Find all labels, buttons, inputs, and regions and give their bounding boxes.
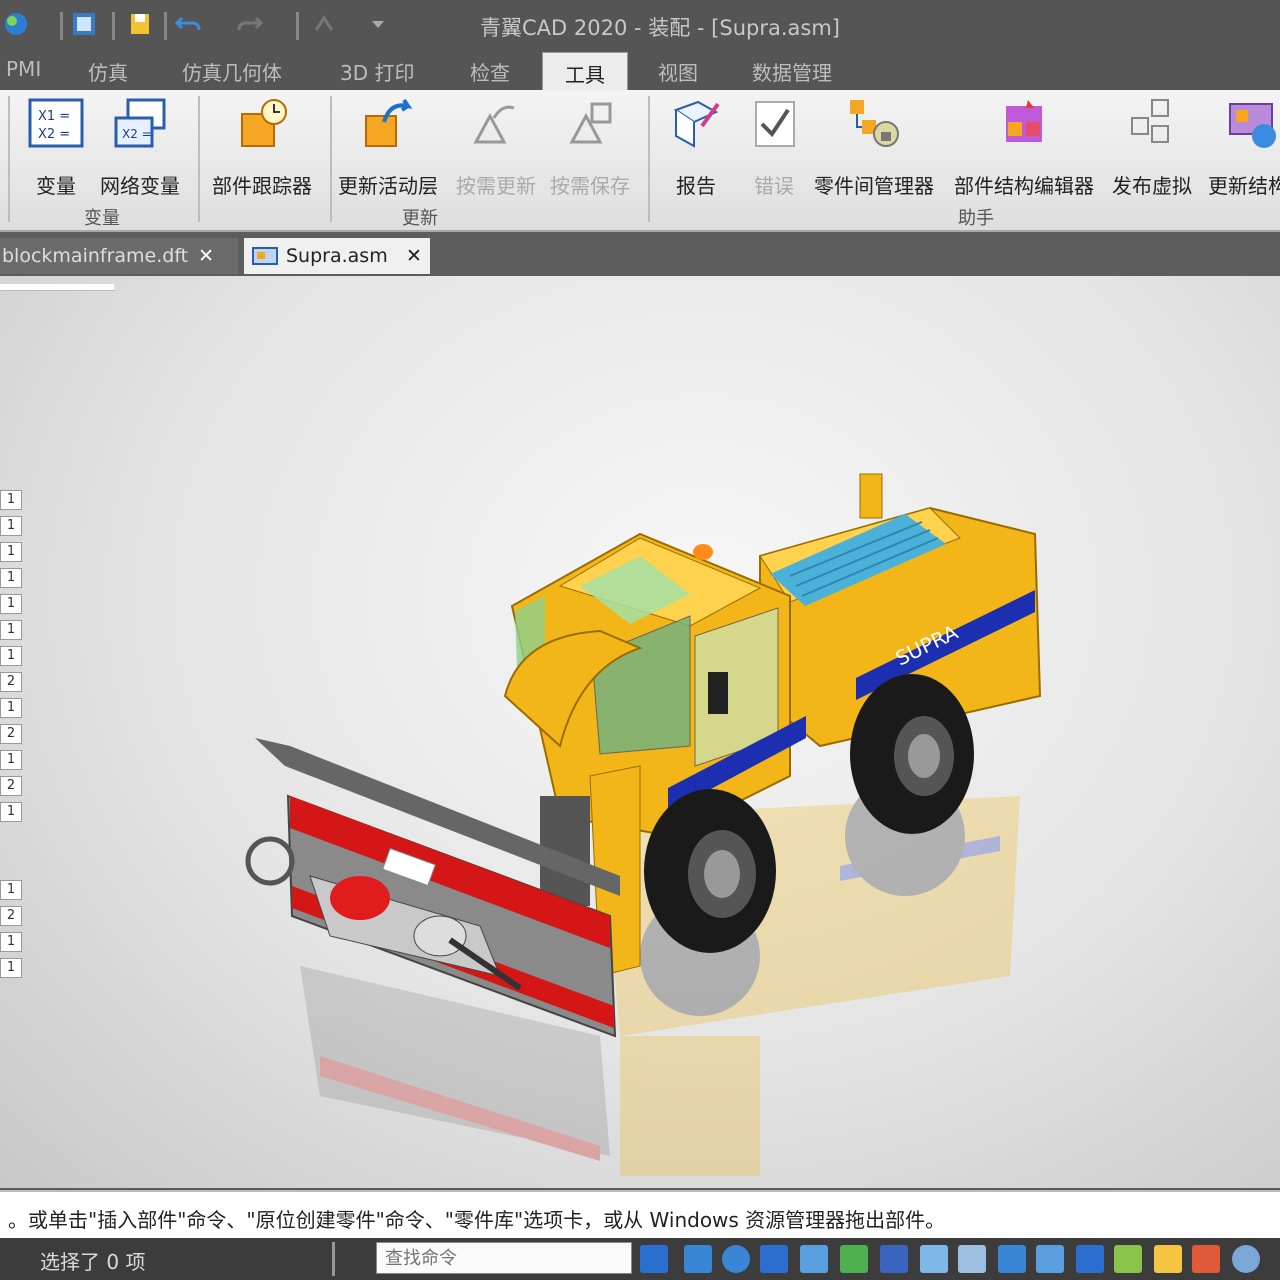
app-logo-icon[interactable] bbox=[2, 10, 30, 38]
grid-view-icon[interactable] bbox=[70, 10, 98, 38]
display-settings-icon[interactable] bbox=[1114, 1245, 1142, 1273]
prompt-bar: 。或单击"插入部件"命令、"原位创建零件"命令、"零件库"选项卡，或从 Wind… bbox=[0, 1190, 1280, 1240]
redo-icon[interactable] bbox=[236, 10, 264, 38]
save-on-demand-icon bbox=[569, 102, 612, 144]
group-label-variables: 变量 bbox=[84, 208, 120, 229]
group-separator bbox=[330, 96, 332, 222]
network-variables-icon: X2 = bbox=[114, 98, 166, 148]
tab-view[interactable]: 视图 bbox=[658, 57, 698, 86]
tab-simulation-geometry[interactable]: 仿真几何体 bbox=[182, 57, 282, 86]
report-button[interactable]: 报告 bbox=[668, 96, 724, 199]
update-active-level-icon bbox=[365, 98, 413, 147]
doc-tab-label: Supra.asm bbox=[286, 245, 388, 267]
snowplow-model[interactable]: SUPRA bbox=[0, 276, 1280, 1188]
window-title: 青翼CAD 2020 - 装配 - [Supra.asm] bbox=[480, 16, 840, 40]
tab-inspect[interactable]: 检查 bbox=[470, 57, 510, 86]
arrow-icon[interactable] bbox=[640, 1245, 668, 1273]
assembly-structure-editor-button[interactable]: 部件结构编辑器 bbox=[954, 96, 1094, 199]
network-variables-button[interactable]: X2 = 网络变量 bbox=[100, 96, 180, 199]
assembly-structure-editor-icon bbox=[1006, 100, 1042, 142]
svg-text:X2 =: X2 = bbox=[38, 127, 70, 142]
status-separator bbox=[332, 1242, 335, 1276]
variables-icon: X1 = X2 = bbox=[28, 98, 84, 148]
section-view-icon[interactable] bbox=[1192, 1245, 1220, 1273]
close-icon[interactable]: ✕ bbox=[198, 245, 214, 267]
shaded-view-icon[interactable] bbox=[998, 1245, 1026, 1273]
assembly-tracker-button[interactable]: 部件跟踪器 bbox=[212, 96, 312, 199]
repeat-icon[interactable] bbox=[310, 10, 338, 38]
tab-pmi[interactable]: PMI bbox=[6, 57, 41, 81]
tab-3d-print[interactable]: 3D 打印 bbox=[340, 57, 414, 86]
group-separator bbox=[8, 96, 10, 222]
zoom-area-icon[interactable] bbox=[684, 1245, 712, 1273]
checkmark-document-icon bbox=[755, 101, 795, 147]
toolbar-separator bbox=[296, 12, 299, 40]
assembly-tracker-icon bbox=[241, 99, 287, 147]
group-separator bbox=[198, 96, 200, 222]
update-structure-icon bbox=[1229, 103, 1276, 148]
lighting-icon[interactable] bbox=[1154, 1245, 1182, 1273]
sketch-view-icon[interactable] bbox=[1036, 1245, 1064, 1273]
help-icon[interactable] bbox=[1232, 1245, 1260, 1273]
view-orientation-icon[interactable] bbox=[958, 1245, 986, 1273]
rotate-icon[interactable] bbox=[840, 1245, 868, 1273]
doc-tab-blockmainframe[interactable]: blockmainframe.dft ✕ bbox=[0, 238, 238, 274]
toolbar-separator bbox=[112, 12, 115, 40]
selection-count: 选择了 0 项 bbox=[40, 1250, 146, 1274]
document-tab-bar: blockmainframe.dft ✕ Supra.asm ✕ bbox=[0, 232, 1280, 276]
customize-dropdown-icon[interactable] bbox=[364, 10, 392, 38]
publish-virtual-button[interactable]: 发布虚拟 bbox=[1112, 96, 1192, 199]
save-on-demand-button[interactable]: 按需保存 bbox=[550, 96, 630, 199]
tab-simulation[interactable]: 仿真 bbox=[88, 57, 128, 86]
look-at-face-icon[interactable] bbox=[920, 1245, 948, 1273]
inter-part-manager-button[interactable]: 零件间管理器 bbox=[814, 96, 934, 199]
publish-virtual-icon bbox=[1131, 99, 1169, 143]
group-label-assistant: 助手 bbox=[958, 208, 994, 229]
assembly-document-icon bbox=[252, 247, 278, 265]
update-structure-button[interactable]: 更新结构 bbox=[1208, 96, 1280, 199]
pan-icon[interactable] bbox=[800, 1245, 828, 1273]
command-search-input[interactable] bbox=[376, 1242, 632, 1274]
svg-text:X2 =: X2 = bbox=[122, 127, 152, 141]
inter-part-manager-icon bbox=[850, 100, 899, 147]
status-bar: 选择了 0 项 bbox=[0, 1238, 1280, 1280]
toolbar-separator bbox=[60, 12, 63, 40]
save-icon[interactable] bbox=[126, 10, 154, 38]
3d-viewport[interactable]: 11111112121211211 SUPRA bbox=[0, 276, 1280, 1188]
undo-icon[interactable] bbox=[174, 10, 202, 38]
variables-button[interactable]: X1 = X2 = 变量 bbox=[28, 96, 84, 199]
update-on-demand-button[interactable]: 按需更新 bbox=[456, 96, 536, 199]
close-icon[interactable]: ✕ bbox=[406, 238, 422, 274]
group-label-update: 更新 bbox=[402, 208, 438, 229]
update-active-level-button[interactable]: 更新活动层 bbox=[338, 96, 438, 199]
spin-about-icon[interactable] bbox=[880, 1245, 908, 1273]
report-icon bbox=[673, 100, 720, 148]
fit-view-icon[interactable] bbox=[760, 1245, 788, 1273]
group-separator bbox=[648, 96, 650, 222]
title-bar: 青翼CAD 2020 - 装配 - [Supra.asm] bbox=[0, 0, 1280, 50]
zoom-icon[interactable] bbox=[722, 1245, 750, 1273]
tab-data-management[interactable]: 数据管理 bbox=[752, 57, 832, 86]
doc-tab-supra[interactable]: Supra.asm ✕ bbox=[244, 238, 430, 274]
toolbar-separator bbox=[164, 12, 167, 40]
doc-tab-label: blockmainframe.dft bbox=[2, 245, 189, 267]
ribbon-panel: X1 = X2 = 变量 X2 = 网络变量 变量 部件跟踪器 更新活动层 按需… bbox=[0, 90, 1280, 232]
prompt-text: 。或单击"插入部件"命令、"原位创建零件"命令、"零件库"选项卡，或从 Wind… bbox=[8, 1208, 946, 1232]
ribbon-tab-bar: PMI 仿真 仿真几何体 3D 打印 检查 工具 视图 数据管理 bbox=[0, 50, 1280, 96]
svg-text:X1 =: X1 = bbox=[38, 109, 70, 124]
perspective-icon[interactable] bbox=[1076, 1245, 1104, 1273]
update-on-demand-icon bbox=[473, 105, 515, 144]
errors-button[interactable]: 错误 bbox=[746, 96, 802, 199]
